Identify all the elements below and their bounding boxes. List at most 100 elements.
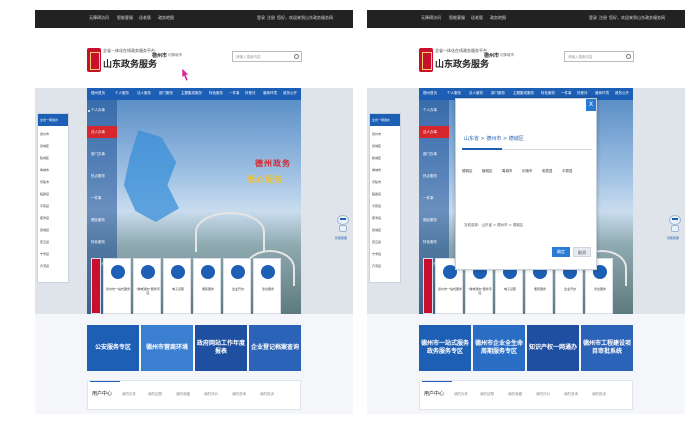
confirm-button[interactable]: 确定 bbox=[552, 247, 570, 257]
search-icon[interactable] bbox=[626, 54, 631, 59]
topbar-register-link[interactable]: 注册 bbox=[599, 15, 607, 23]
region-item[interactable]: 庆云县 bbox=[40, 240, 49, 244]
service-tile[interactable]: 德州市一站式服务 bbox=[103, 258, 131, 314]
service-tile[interactable]: 便民服务 bbox=[193, 258, 221, 314]
promo-banner[interactable]: 知识产权一网通办 bbox=[527, 325, 579, 371]
nav-item-one-thing[interactable]: 一件事 bbox=[229, 91, 240, 96]
region-item[interactable]: 德州市 bbox=[372, 132, 381, 136]
region-item[interactable]: 宁津县 bbox=[372, 252, 381, 256]
side-menu-item[interactable]: 一件事 bbox=[423, 196, 434, 201]
tab-my-licenses[interactable]: 我的证照 bbox=[480, 392, 494, 397]
topbar-register-link[interactable]: 注册 bbox=[267, 15, 275, 23]
nav-item-theme[interactable]: 主题集成服务 bbox=[513, 91, 534, 96]
region-item[interactable]: 齐河县 bbox=[372, 264, 381, 268]
nav-item-corporate[interactable]: 法人服务 bbox=[137, 91, 151, 96]
topbar-service-link[interactable]: 智能客服 bbox=[117, 15, 133, 23]
region-item[interactable]: 夏津县 bbox=[40, 216, 49, 220]
region-item[interactable]: 武城县 bbox=[372, 228, 381, 232]
promo-banner[interactable]: 公安服务专区 bbox=[87, 325, 139, 371]
service-tile[interactable]: 涉企服务 bbox=[253, 258, 281, 314]
topbar-map-link[interactable]: 政务地图 bbox=[158, 15, 174, 23]
region-item[interactable]: 德城区 bbox=[40, 144, 49, 148]
region-item[interactable]: 禹城市 bbox=[40, 168, 49, 172]
nav-item-public[interactable]: 政务公开 bbox=[283, 91, 297, 96]
promo-banner[interactable]: 德州市营商环境 bbox=[141, 325, 193, 371]
tab-my-reviews[interactable]: 我的评价 bbox=[536, 392, 550, 397]
nav-item-public[interactable]: 政务公开 bbox=[615, 91, 629, 96]
tab-user-center[interactable]: 用户中心 bbox=[92, 390, 112, 397]
region-breadcrumb[interactable]: 山东省 > 德州市 > 德城区 bbox=[464, 135, 524, 142]
search-input[interactable]: 请输入搜索内容 bbox=[564, 51, 634, 62]
side-menu-item[interactable]: 个人办事 bbox=[91, 108, 105, 113]
tab-my-licenses[interactable]: 我的证照 bbox=[148, 392, 162, 397]
promo-banner[interactable]: 政府网站工作年度报表 bbox=[195, 325, 247, 371]
nav-item-home[interactable]: 德州首页 bbox=[91, 91, 105, 96]
region-item[interactable]: 临邑县 bbox=[372, 192, 381, 196]
brand-name[interactable]: 山东政务服务 bbox=[435, 57, 489, 70]
region-item[interactable]: 武城县 bbox=[40, 228, 49, 232]
side-menu-item[interactable]: 便民服务 bbox=[91, 218, 105, 223]
nav-item-business[interactable]: 营商环境 bbox=[595, 91, 609, 96]
side-menu-item[interactable]: 特色服务 bbox=[423, 240, 437, 245]
promo-banner[interactable]: 企业登记档案查询 bbox=[249, 325, 301, 371]
robot-assistant-icon[interactable] bbox=[337, 215, 349, 233]
topbar-elderly-link[interactable]: 适老版 bbox=[139, 15, 151, 23]
promo-banner[interactable]: 德州市一站式服务 政务服务专区 bbox=[419, 325, 471, 371]
region-item[interactable]: 宁津县 bbox=[40, 252, 49, 256]
side-menu-item[interactable]: 特色服务 bbox=[91, 240, 105, 245]
nav-item-one-thing[interactable]: 一件事 bbox=[561, 91, 572, 96]
robot-assistant-icon[interactable] bbox=[669, 215, 681, 233]
region-option[interactable]: 禹城市 bbox=[502, 169, 513, 174]
tab-my-complaints[interactable]: 我的投诉 bbox=[260, 392, 274, 397]
region-option[interactable]: 乐陵市 bbox=[522, 169, 533, 174]
topbar-map-link[interactable]: 政务地图 bbox=[490, 15, 506, 23]
region-option[interactable]: 德城区 bbox=[462, 169, 473, 174]
service-tile[interactable]: 企业开办 bbox=[223, 258, 251, 314]
region-option[interactable]: 平原县 bbox=[562, 169, 573, 174]
region-item[interactable]: 陵城区 bbox=[372, 156, 381, 160]
close-icon[interactable]: X bbox=[586, 99, 596, 111]
region-option[interactable]: 临邑县 bbox=[542, 169, 553, 174]
topbar-service-link[interactable]: 智能客服 bbox=[449, 15, 465, 23]
nav-item-corporate[interactable]: 法人服务 bbox=[469, 91, 483, 96]
promo-banner[interactable]: 德州市企业全生命周期服务专区 bbox=[473, 325, 525, 371]
tab-my-reviews[interactable]: 我的评价 bbox=[204, 392, 218, 397]
nav-item-department[interactable]: 部门服务 bbox=[159, 91, 173, 96]
side-menu-item[interactable]: 部门办事 bbox=[423, 152, 437, 157]
topbar-accessibility-link[interactable]: 无障碍访问 bbox=[421, 15, 441, 23]
region-item[interactable]: 乐陵市 bbox=[372, 180, 381, 184]
region-item[interactable]: 庆云县 bbox=[372, 240, 381, 244]
region-item[interactable]: 齐河县 bbox=[40, 264, 49, 268]
tab-my-consult[interactable]: 我的咨询 bbox=[564, 392, 578, 397]
search-icon[interactable] bbox=[294, 54, 299, 59]
cancel-button[interactable]: 取消 bbox=[573, 247, 591, 257]
side-menu-item[interactable]: 一件事 bbox=[91, 196, 102, 201]
tab-user-center[interactable]: 用户中心 bbox=[424, 390, 444, 397]
nav-item-department[interactable]: 部门服务 bbox=[491, 91, 505, 96]
service-tile[interactable]: 电子证照 bbox=[163, 258, 191, 314]
topbar-accessibility-link[interactable]: 无障碍访问 bbox=[89, 15, 109, 23]
brand-name[interactable]: 山东政务服务 bbox=[103, 57, 157, 70]
side-menu-item[interactable]: 热点服务 bbox=[423, 174, 437, 179]
nav-item-rating[interactable]: 好差评 bbox=[245, 91, 256, 96]
tab-my-favorites[interactable]: 我的收藏 bbox=[508, 392, 522, 397]
tab-my-favorites[interactable]: 我的收藏 bbox=[176, 392, 190, 397]
nav-item-rating[interactable]: 好差评 bbox=[577, 91, 588, 96]
tab-my-complaints[interactable]: 我的投诉 bbox=[592, 392, 606, 397]
promo-banner[interactable]: 德州市工程建设项目审批系统 bbox=[581, 325, 633, 371]
side-menu-item[interactable]: 法人办事 bbox=[91, 130, 105, 135]
topbar-login-link[interactable]: 登录 bbox=[589, 15, 597, 23]
nav-item-business[interactable]: 营商环境 bbox=[263, 91, 277, 96]
region-item[interactable]: 夏津县 bbox=[372, 216, 381, 220]
nav-item-feature[interactable]: 特色服务 bbox=[209, 91, 223, 96]
region-item[interactable]: 临邑县 bbox=[40, 192, 49, 196]
region-item[interactable]: 德城区 bbox=[372, 144, 381, 148]
nav-item-home[interactable]: 德州首页 bbox=[423, 91, 437, 96]
topbar-login-link[interactable]: 登录 bbox=[257, 15, 265, 23]
region-item[interactable]: 平原县 bbox=[40, 204, 49, 208]
side-menu-item[interactable]: 法人办事 bbox=[423, 130, 437, 135]
side-menu-item[interactable]: 便民服务 bbox=[423, 218, 437, 223]
topbar-elderly-link[interactable]: 适老版 bbox=[471, 15, 483, 23]
region-option[interactable]: 陵城区 bbox=[482, 169, 493, 174]
side-menu-item[interactable]: 部门办事 bbox=[91, 152, 105, 157]
